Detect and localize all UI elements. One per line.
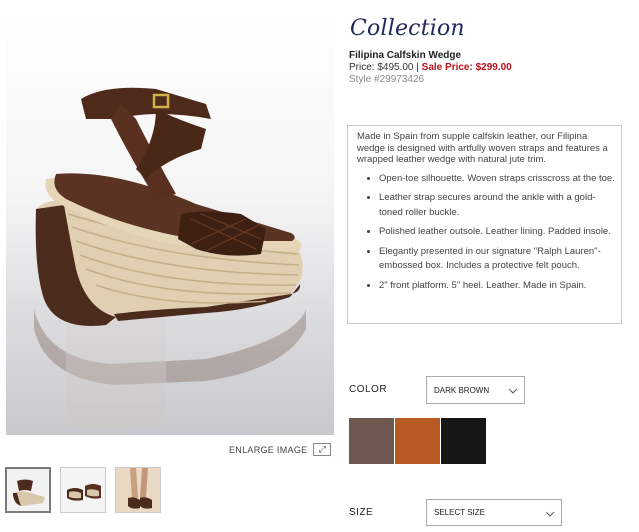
wedge-sandal-illustration	[34, 87, 306, 429]
product-description: Made in Spain from supple calfskin leath…	[347, 125, 622, 324]
thumbnail-1[interactable]	[5, 467, 51, 513]
feature-item: Open-toe silhouette. Woven straps crissc…	[379, 172, 615, 187]
style-number: Style #29973426	[349, 74, 425, 85]
feature-item: Elegantly presented in our signature "Ra…	[379, 245, 615, 274]
chevron-down-icon	[508, 385, 518, 394]
color-select-value: DARK BROWN	[434, 385, 490, 395]
enlarge-image-link[interactable]: ENLARGE IMAGE ⤢	[229, 443, 332, 456]
sale-price: Sale Price: $299.00	[421, 62, 512, 73]
size-select[interactable]: SELECT SIZE	[426, 499, 562, 526]
thumbnail-3[interactable]	[115, 467, 161, 513]
enlarge-image-label: ENLARGE IMAGE	[229, 444, 308, 455]
swatch-tan[interactable]	[395, 418, 440, 464]
feature-item: Leather strap secures around the ankle w…	[379, 191, 615, 220]
feature-item: Polished leather outsole. Leather lining…	[379, 225, 615, 240]
price-separator: |	[416, 62, 419, 73]
thumbnail-strip	[5, 467, 161, 513]
product-main-image[interactable]	[6, 9, 334, 435]
chevron-down-icon	[545, 507, 555, 517]
product-name: Filipina Calfskin Wedge	[349, 50, 462, 61]
price-line: Price: $495.00 | Sale Price: $299.00	[349, 62, 512, 73]
model-legs-thumbnail	[116, 468, 160, 512]
size-label: SIZE	[349, 507, 374, 518]
color-select[interactable]: DARK BROWN	[426, 376, 525, 404]
wedge-pair-thumbnail	[61, 468, 105, 512]
description-intro: Made in Spain from supple calfskin leath…	[357, 131, 608, 165]
feature-list: Open-toe silhouette. Woven straps crissc…	[357, 172, 615, 294]
feature-item: 2" front platform. 5" heel. Leather. Mad…	[379, 279, 615, 294]
swatch-black[interactable]	[441, 418, 486, 464]
color-swatches	[349, 418, 486, 464]
swatch-taupe[interactable]	[349, 418, 394, 464]
wedge-side-thumbnail	[7, 469, 49, 511]
color-label: COLOR	[349, 384, 388, 395]
size-select-value: SELECT SIZE	[434, 508, 485, 517]
collection-heading: Collection	[350, 16, 465, 41]
regular-price: Price: $495.00	[349, 62, 414, 73]
thumbnail-2[interactable]	[60, 467, 106, 513]
expand-icon[interactable]: ⤢	[313, 443, 332, 456]
